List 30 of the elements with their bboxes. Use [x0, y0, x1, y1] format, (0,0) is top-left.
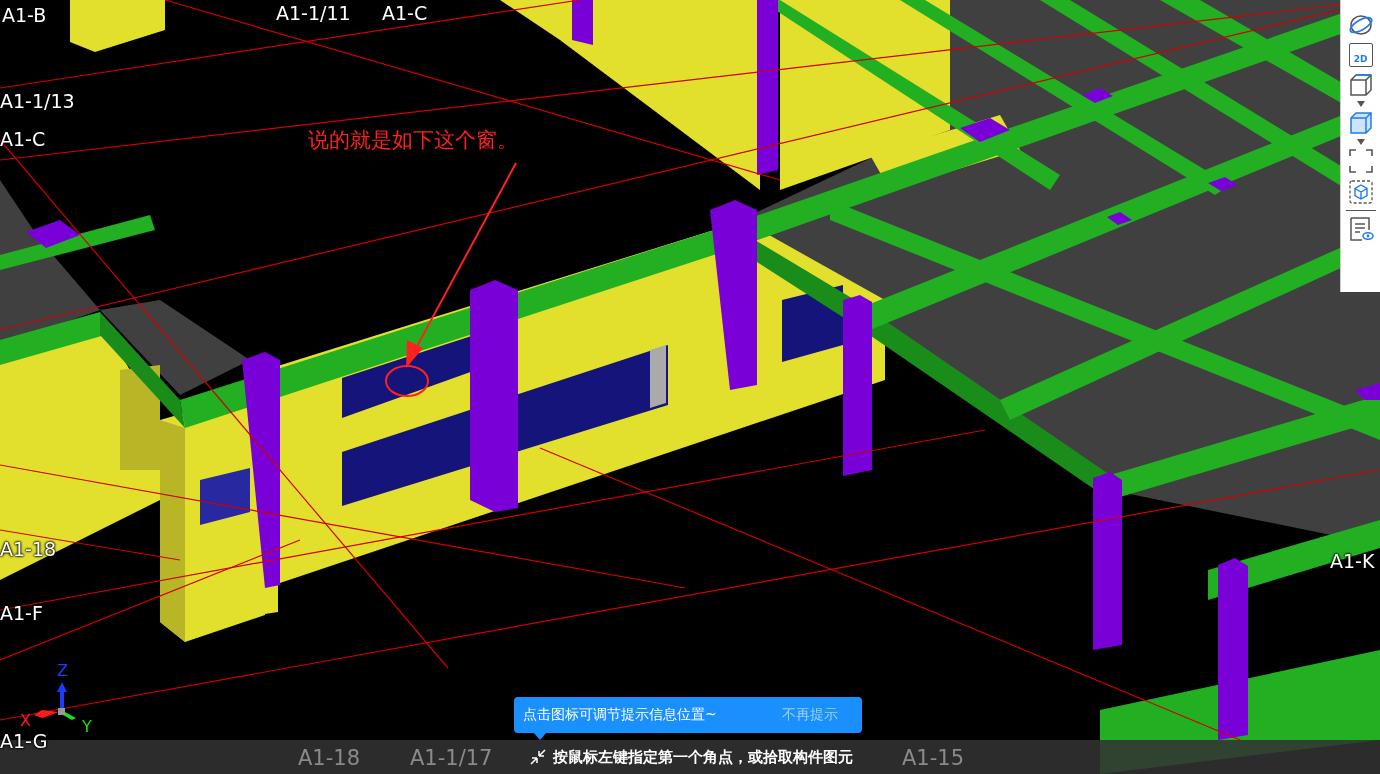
- caret-icon[interactable]: [1355, 139, 1366, 145]
- grid-axis-label: A1-1/17: [410, 746, 493, 770]
- 2d-view-button[interactable]: 2D: [1348, 43, 1373, 67]
- grid-axis-label: A1-1/11: [276, 2, 351, 24]
- grid-axis-label: A1-1/13: [0, 90, 75, 112]
- grid-axis-label: A1-K: [1330, 550, 1375, 572]
- highlight-ellipse: [384, 364, 430, 398]
- caret-icon[interactable]: [1355, 101, 1366, 107]
- z-axis-label: Z: [57, 662, 68, 680]
- y-axis-label: Y: [82, 718, 92, 736]
- grid-axis-label: A1-C: [382, 2, 428, 24]
- cube-icon[interactable]: [1347, 72, 1374, 98]
- box-select-cube-icon[interactable]: [1347, 179, 1374, 205]
- grid-axis-label: A1-G: [0, 730, 48, 752]
- shaded-cube-icon[interactable]: [1347, 110, 1374, 136]
- frame-select-icon[interactable]: [1347, 148, 1374, 174]
- grid-axis-label: A1-15: [902, 746, 965, 770]
- properties-view-icon[interactable]: [1347, 216, 1374, 242]
- grid-axis-label: A1-C: [0, 128, 46, 150]
- grid-axis-label: A1-F: [0, 602, 43, 624]
- tooltip-message: 点击图标可调节提示信息位置~: [523, 706, 717, 724]
- grid-axis-label: A1-18: [298, 746, 361, 770]
- command-prompt: 按鼠标左键指定第一个角点，或拾取构件图元: [553, 748, 853, 767]
- collapse-arrows-icon[interactable]: [528, 747, 548, 767]
- dismiss-link[interactable]: 不再提示: [782, 706, 838, 724]
- x-axis-label: X: [20, 712, 31, 730]
- grid-axis-label: A1-18: [0, 538, 57, 560]
- grid-axis-label: A1-B: [2, 4, 47, 26]
- orbit-icon[interactable]: [1347, 12, 1374, 38]
- annotation-text: 说的就是如下这个窗。: [308, 127, 518, 154]
